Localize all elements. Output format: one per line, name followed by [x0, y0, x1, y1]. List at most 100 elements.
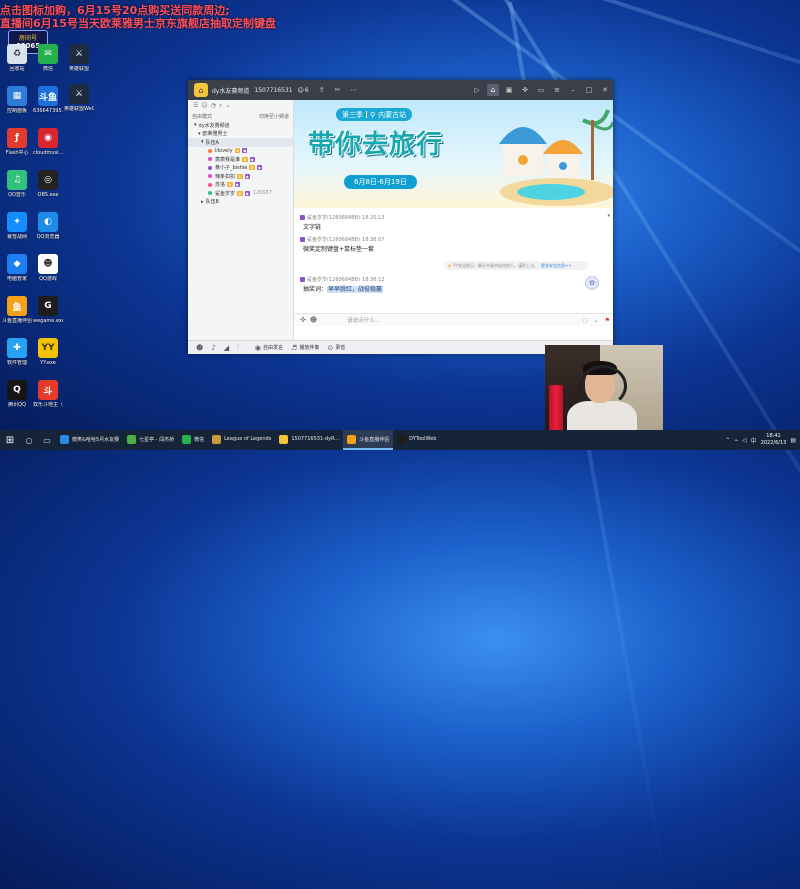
- smile-control[interactable]: ☻: [196, 344, 203, 352]
- member-row[interactable]: 鲨鱼岁岁 ♛ ◆ 126687: [188, 189, 293, 198]
- search-icon[interactable]: ○: [20, 430, 38, 450]
- desktop-shortcut[interactable]: ƒ Flash中心: [2, 128, 32, 156]
- desktop-shortcut[interactable]: ⚔ 英雄联盟WeGame版: [64, 84, 94, 112]
- windows-start-icon[interactable]: ⊞: [0, 430, 20, 450]
- member-extra: 126687: [252, 190, 272, 197]
- network-icon[interactable]: ⌁: [734, 437, 738, 444]
- desktop-shortcut[interactable]: YY YY.exe: [33, 338, 63, 366]
- desktop-shortcut[interactable]: ♫ QQ音乐: [2, 170, 32, 198]
- assistant-bubble-icon[interactable]: ✿: [585, 276, 599, 290]
- mic-icon: ♪: [211, 343, 216, 352]
- user-icon[interactable]: ☺: [201, 102, 207, 109]
- menu-icon[interactable]: ≡: [551, 84, 563, 96]
- ime-icon[interactable]: 中: [751, 436, 757, 445]
- desktop-shortcut[interactable]: 鱼斗鱼直播伴侣: [2, 296, 32, 324]
- gamepad-icon[interactable]: ✜: [300, 316, 306, 324]
- chevron-down-icon[interactable]: ⌄: [225, 102, 230, 109]
- shortcut-label: 腾讯QQ: [8, 402, 26, 408]
- desktop-shortcut[interactable]: ✦ 暴雪战网: [2, 212, 32, 240]
- member-row[interactable]: 辣条扣扣 ♛ ◆: [188, 172, 293, 181]
- shortcut-label: 控制面板: [6, 108, 27, 114]
- desktop-shortcut[interactable]: ⚔ 英雄联盟: [64, 44, 94, 72]
- switch-channel-link[interactable]: 切换至小频道: [259, 113, 289, 120]
- mic-control[interactable]: ♪: [211, 344, 215, 352]
- channel-tree-panel: ☰ ☺ ◔ ⌕ ⌄ 自由模式 切换至小频道 ▾ dy水友赛频道 ▾ 欧莱雅男士 …: [188, 100, 294, 340]
- record-control[interactable]: ⊙ 录音: [327, 344, 345, 352]
- list-icon[interactable]: ☰: [193, 102, 198, 109]
- app-icon: [347, 434, 357, 444]
- title-bar[interactable]: ⌂ dy水友赛频道 1507716531 ☺ 6 ⇪ ✂ ⋯ ▷ ⌂ ▣ ✜ ▭…: [188, 80, 613, 100]
- desktop-shortcut[interactable]: 斗鱼 636647395...: [33, 86, 63, 114]
- home-logo-icon[interactable]: ⌂: [194, 83, 208, 97]
- taskbar-app[interactable]: 七星亭 - 闯杰桥: [123, 430, 178, 450]
- expand-icon: ▾: [201, 139, 204, 146]
- notification-icon[interactable]: ▤: [790, 437, 796, 444]
- free-talk-control[interactable]: ◉ 自由发言: [255, 344, 283, 352]
- desktop-shortcut[interactable]: Gwegame.exe: [33, 296, 63, 324]
- member-status-icon: [208, 182, 212, 187]
- app-icon: ◐: [38, 212, 58, 232]
- desktop-shortcut[interactable]: ◎ OBS.exe: [33, 170, 63, 198]
- desktop-shortcut[interactable]: 斗双乐斗地主（手游电脑版）: [33, 380, 63, 408]
- music-control[interactable]: ♬ 播放伴奏: [291, 344, 319, 352]
- close-icon[interactable]: ✕: [599, 84, 611, 96]
- collapse-arrow-icon[interactable]: ▾: [607, 213, 610, 219]
- subgroup-row[interactable]: ▾ 队伍A: [188, 138, 293, 147]
- desktop-shortcut[interactable]: ◉ cloudmusi...: [33, 128, 63, 156]
- taskbar-app[interactable]: 微信: [178, 430, 208, 450]
- window-title: dy水友赛频道: [212, 87, 250, 95]
- volume-icon[interactable]: ◁: [742, 437, 747, 444]
- desktop-shortcut[interactable]: ♻ 回收站: [2, 44, 32, 72]
- free-talk-icon: ◉: [254, 343, 262, 352]
- shortcut-label: 回收站: [9, 66, 25, 72]
- chat-bubble-icon[interactable]: ◌: [582, 317, 587, 324]
- settings-control[interactable]: ⫶: [237, 343, 239, 352]
- taskbar-app[interactable]: DYToolWeb: [393, 430, 440, 450]
- member-row[interactable]: 黄小子_bishie ♛ ◆: [188, 164, 293, 173]
- home-icon[interactable]: ⌂: [487, 84, 499, 96]
- desktop-shortcut[interactable]: ▦ 控制面板: [2, 86, 32, 114]
- desktop-shortcut[interactable]: ◆ 电脑管家: [2, 254, 32, 282]
- speaker-control[interactable]: ◢: [224, 344, 229, 352]
- video-icon[interactable]: ▷: [471, 84, 483, 96]
- subgroup-row-b[interactable]: ▸ 队伍B: [188, 198, 293, 207]
- shortcut-label: 斗鱼直播伴侣: [2, 318, 32, 324]
- member-row[interactable]: lilovely ♛ ◆: [188, 147, 293, 156]
- chat-input[interactable]: 请说点什么...: [321, 316, 579, 324]
- safety-info-link[interactable]: 更多安全信息>>: [541, 263, 572, 269]
- event-banner[interactable]: 第三季 ⚲ 内蒙古站 带你去旅行 6月8日-6月19日: [294, 100, 613, 208]
- banner-title: 带你去旅行: [308, 130, 444, 160]
- desktop-shortcut[interactable]: ✚ 软件管理: [2, 338, 32, 366]
- taskbar-app[interactable]: 微笑&哈哈5月水友赛: [56, 430, 123, 450]
- send-flag-icon[interactable]: ⚑: [605, 317, 610, 324]
- desktop-shortcut[interactable]: ✉ 微信: [33, 44, 63, 72]
- game-icon[interactable]: ▣: [503, 84, 515, 96]
- headset-icon[interactable]: ◔: [211, 102, 216, 109]
- search-icon[interactable]: ⌕: [219, 102, 222, 110]
- desktop-shortcut[interactable]: ◐ QQ浏览器: [33, 212, 63, 240]
- taskbar-app[interactable]: League of Legends: [208, 430, 275, 450]
- desktop-shortcut[interactable]: ☻ QQ游戏: [33, 254, 63, 282]
- taskbar-app[interactable]: 斗鱼直播伴侣: [343, 430, 394, 450]
- chevron-down-icon[interactable]: ⌄: [594, 317, 599, 324]
- task-view-icon[interactable]: ▭: [38, 430, 56, 450]
- battery-icon[interactable]: ▭: [535, 84, 547, 96]
- expand-icon: ▾: [198, 130, 201, 137]
- emoji-icon[interactable]: ☻: [310, 316, 317, 324]
- desktop-shortcut[interactable]: Q 腾讯QQ: [2, 380, 32, 408]
- gamepad-icon[interactable]: ✜: [519, 84, 531, 96]
- share-icon[interactable]: ⇪: [316, 84, 328, 96]
- collect-icon[interactable]: ✂: [332, 84, 344, 96]
- app-icon: ♫: [7, 170, 27, 190]
- member-row[interactable]: 萧萧我是谁 ♛ ◆: [188, 155, 293, 164]
- minimize-icon[interactable]: –: [567, 84, 579, 96]
- group-row[interactable]: ▾ 欧莱雅男士: [188, 130, 293, 139]
- crown-badge-icon: ♛: [242, 156, 248, 162]
- maximize-icon[interactable]: □: [583, 84, 595, 96]
- taskbar-app[interactable]: 1507716531-dyR...: [275, 430, 343, 450]
- more-icon[interactable]: ⋯: [348, 84, 360, 96]
- member-row[interactable]: 苏洛 ♛ ◆: [188, 181, 293, 190]
- clock[interactable]: 18:41 2022/6/13: [761, 433, 787, 447]
- tray-up-icon[interactable]: ⌃: [725, 437, 730, 444]
- channel-root[interactable]: ▾ dy水友赛频道: [188, 121, 293, 130]
